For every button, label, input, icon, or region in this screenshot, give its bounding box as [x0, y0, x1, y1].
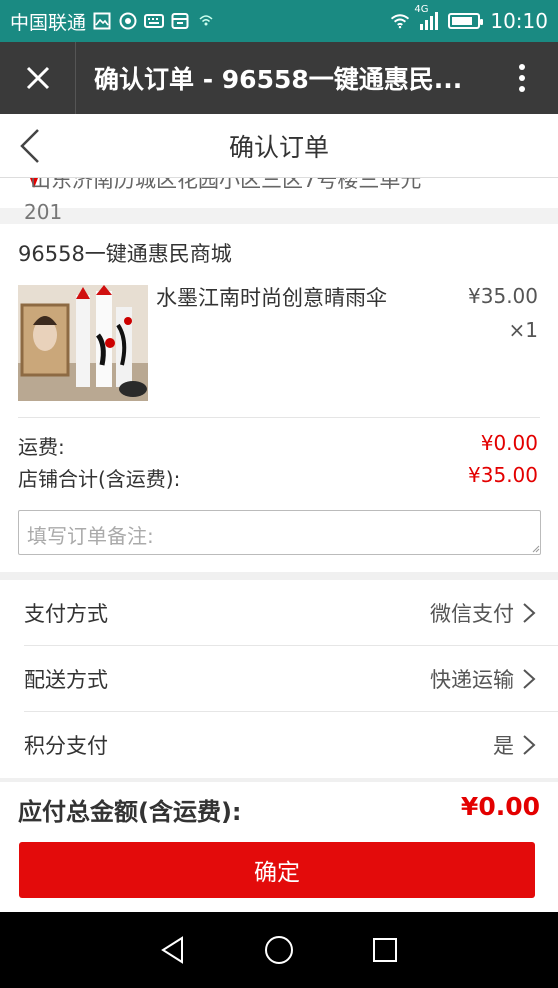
payment-method-row[interactable]: 支付方式 微信支付 — [0, 580, 558, 646]
chevron-left-icon — [20, 129, 39, 163]
delivery-method-label: 配送方式 — [24, 668, 108, 692]
app-bar: 确认订单 - 96558一键通惠民... — [0, 42, 558, 114]
chevron-right-icon — [523, 669, 536, 689]
shipping-label: 运费: — [18, 435, 65, 459]
payment-method-value: 微信支付 — [430, 602, 514, 626]
status-time: 10:10 — [490, 9, 548, 33]
status-bar: 中国联通 4G 10:10 — [0, 0, 558, 42]
chevron-right-icon — [523, 603, 536, 623]
resize-handle-icon[interactable] — [530, 543, 540, 553]
points-payment-value: 是 — [493, 734, 514, 758]
app-title: 确认订单 - 96558一键通惠民... — [94, 65, 463, 94]
square-recents-icon — [373, 938, 397, 962]
payment-method-label: 支付方式 — [24, 602, 108, 626]
confirm-button[interactable]: 确定 — [19, 842, 535, 898]
chevron-right-icon — [523, 735, 536, 755]
battery-icon — [448, 13, 484, 29]
nav-back-button[interactable] — [153, 930, 193, 970]
product-quantity: ×1 — [508, 318, 538, 342]
divider — [18, 417, 540, 418]
section-gap — [0, 572, 558, 580]
image-icon — [92, 11, 112, 31]
total-value: ¥0.00 — [460, 792, 540, 821]
back-button[interactable] — [10, 126, 50, 166]
shop-name: 96558一键通惠民商城 — [18, 242, 232, 266]
points-payment-label: 积分支付 — [24, 734, 108, 758]
signal-4g-icon: 4G — [414, 4, 439, 30]
delivery-method-value: 快递运输 — [430, 668, 514, 692]
nav-recents-button[interactable] — [365, 930, 405, 970]
status-right: 4G 10:10 — [390, 4, 548, 33]
product-title[interactable]: 水墨江南时尚创意晴雨伞 — [156, 282, 387, 312]
close-icon — [26, 66, 49, 90]
keyboard-icon — [144, 11, 165, 31]
circle-home-icon — [265, 936, 293, 964]
address-gap — [0, 208, 558, 224]
system-nav-bar — [0, 912, 558, 988]
address-room: 201 — [24, 200, 63, 224]
product-image[interactable] — [18, 285, 148, 401]
subtotal-label: 店铺合计(含运费): — [18, 467, 181, 491]
shipping-value: ¥0.00 — [480, 431, 538, 455]
points-payment-row[interactable]: 积分支付 是 — [0, 712, 558, 778]
wifi-icon — [390, 11, 410, 31]
page-title: 确认订单 — [228, 132, 329, 162]
order-note-field[interactable] — [18, 510, 541, 555]
hotspot-icon — [196, 11, 216, 31]
triangle-back-icon — [161, 936, 183, 964]
address-line: 山东济南历城区花园小区三区7号楼三单元 — [30, 178, 422, 192]
more-menu-button[interactable] — [486, 42, 558, 114]
section-gap — [0, 778, 558, 782]
nav-home-button[interactable] — [259, 930, 299, 970]
camera-app-icon — [118, 11, 138, 31]
delivery-method-row[interactable]: 配送方式 快递运输 — [0, 646, 558, 712]
product-price: ¥35.00 — [468, 284, 538, 308]
address-section[interactable]: 山东济南历城区花园小区三区7号楼三单元 201 — [0, 178, 558, 224]
total-label: 应付总金额(含运费): — [18, 798, 242, 826]
status-left: 中国联通 — [10, 8, 216, 35]
page-header: 确认订单 — [0, 114, 558, 178]
subtotal-value: ¥35.00 — [468, 463, 538, 487]
carrier-label: 中国联通 — [10, 11, 87, 34]
message-icon — [170, 11, 190, 31]
more-vertical-icon — [519, 64, 525, 92]
network-type: 4G — [414, 4, 429, 15]
close-button[interactable] — [0, 42, 76, 114]
